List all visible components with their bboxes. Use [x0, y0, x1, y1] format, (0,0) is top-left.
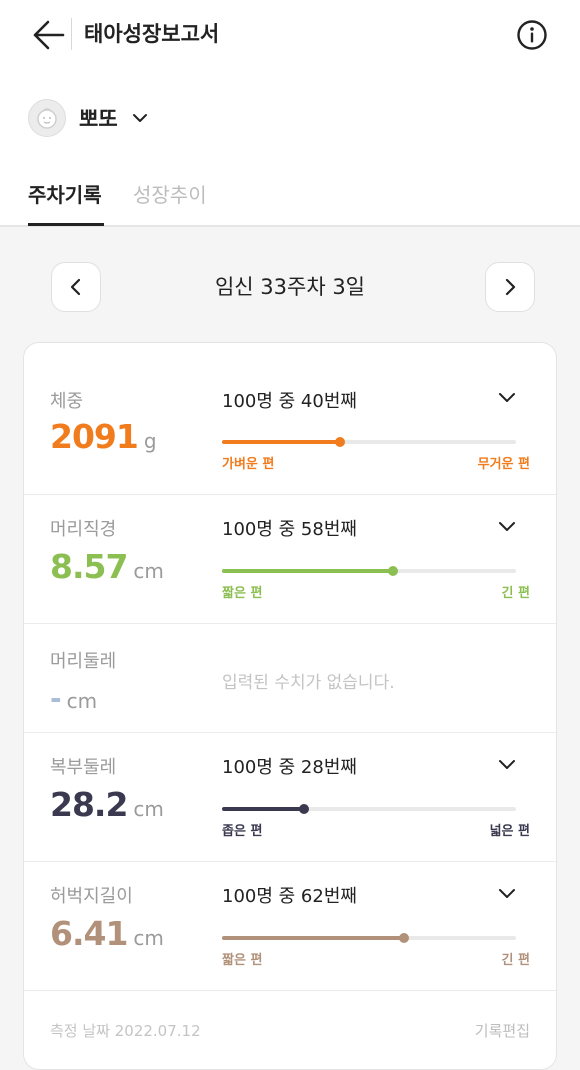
measurement-number: 8.57	[50, 547, 128, 586]
measurement-row-head-diameter: 머리직경 8.57 cm 100명 중 58번째 짧은 편 긴 편	[24, 495, 556, 624]
chevron-down-icon[interactable]	[498, 521, 516, 532]
measurement-unit: cm	[133, 926, 164, 950]
measurement-label: 머리둘레	[50, 651, 117, 672]
tab-weekly-record[interactable]: 주차기록	[28, 180, 104, 226]
tab-growth-trend[interactable]: 성장추이	[133, 180, 207, 226]
percentile-marker	[399, 933, 410, 943]
measurement-number: 6.41	[50, 914, 128, 953]
percentile-fill	[222, 936, 405, 940]
measurement-number: 28.2	[50, 785, 128, 824]
measurement-value: 2091 g	[50, 417, 157, 456]
chevron-right-icon	[505, 278, 516, 296]
measurement-unit: cm	[133, 559, 164, 583]
scale-high-label: 긴 편	[501, 586, 530, 601]
baby-selector[interactable]: 뽀또	[28, 98, 148, 138]
rank-text: 100명 중 58번째	[222, 519, 357, 540]
measurement-unit: cm	[66, 689, 98, 713]
chevron-down-icon[interactable]	[498, 888, 516, 899]
percentile-bar	[222, 804, 516, 814]
scale-high-label: 긴 편	[501, 953, 530, 968]
top-area: 태아성장보고서 뽀또 주차기록 성장추이	[0, 0, 580, 227]
measurement-card: 체중 2091 g 100명 중 40번째 가벼운 편 무거운 편 머리직경 8.…	[23, 342, 557, 1070]
measurement-row-weight: 체중 2091 g 100명 중 40번째 가벼운 편 무거운 편	[24, 343, 556, 495]
measurement-label: 체중	[50, 391, 84, 412]
percentile-fill	[222, 807, 305, 811]
percentile-fill	[222, 440, 340, 444]
measurement-label: 허벅지길이	[50, 886, 133, 907]
measurement-label: 복부둘레	[50, 757, 117, 778]
measurement-date: 측정 날짜 2022.07.12	[50, 1022, 201, 1040]
rank-text: 100명 중 28번째	[222, 757, 357, 778]
scale-high-label: 넓은 편	[489, 824, 530, 839]
empty-value-message: 입력된 수치가 없습니다.	[222, 673, 395, 693]
info-circle-icon[interactable]	[516, 19, 548, 51]
percentile-marker	[299, 804, 310, 814]
edit-record-button[interactable]: 기록편집	[475, 1020, 530, 1041]
header-divider	[71, 18, 72, 50]
measurement-value: 6.41 cm	[50, 914, 164, 953]
baby-name: 뽀또	[79, 107, 118, 131]
percentile-marker	[334, 437, 345, 447]
arrow-left-icon[interactable]	[30, 18, 66, 52]
measurement-number: -	[50, 682, 62, 715]
measurement-row-femur: 허벅지길이 6.41 cm 100명 중 62번째 짧은 편 긴 편	[24, 862, 556, 991]
measurement-label: 머리직경	[50, 519, 117, 540]
scale-high-label: 무거운 편	[477, 457, 530, 472]
percentile-bar	[222, 933, 516, 943]
measurement-number: 2091	[50, 417, 139, 456]
percentile-bar	[222, 437, 516, 447]
baby-face-icon	[28, 99, 66, 137]
chevron-down-icon	[132, 114, 147, 122]
percentile-marker	[387, 566, 398, 576]
percentile-bar	[222, 566, 516, 576]
measurement-row-head-circumference: 머리둘레 - cm 입력된 수치가 없습니다.	[24, 624, 556, 733]
tab-bar: 주차기록 성장추이	[28, 180, 207, 226]
chevron-down-icon[interactable]	[498, 759, 516, 770]
next-week-button[interactable]	[485, 262, 535, 312]
scale-low-label: 가벼운 편	[222, 457, 275, 472]
measurement-value: 28.2 cm	[50, 785, 164, 824]
chevron-down-icon[interactable]	[498, 392, 516, 403]
measurement-row-abdominal: 복부둘레 28.2 cm 100명 중 28번째 좁은 편 넓은 편	[24, 733, 556, 862]
scale-low-label: 좁은 편	[222, 824, 263, 839]
measurement-unit: cm	[133, 797, 164, 821]
rank-text: 100명 중 62번째	[222, 886, 357, 907]
measurement-value: 8.57 cm	[50, 547, 164, 586]
percentile-fill	[222, 569, 393, 573]
page-title: 태아성장보고서	[84, 22, 220, 46]
measurement-value: - cm	[50, 682, 97, 715]
rank-text: 100명 중 40번째	[222, 391, 357, 412]
measurement-unit: g	[143, 429, 157, 453]
scale-low-label: 짧은 편	[222, 586, 263, 601]
scale-low-label: 짧은 편	[222, 953, 263, 968]
